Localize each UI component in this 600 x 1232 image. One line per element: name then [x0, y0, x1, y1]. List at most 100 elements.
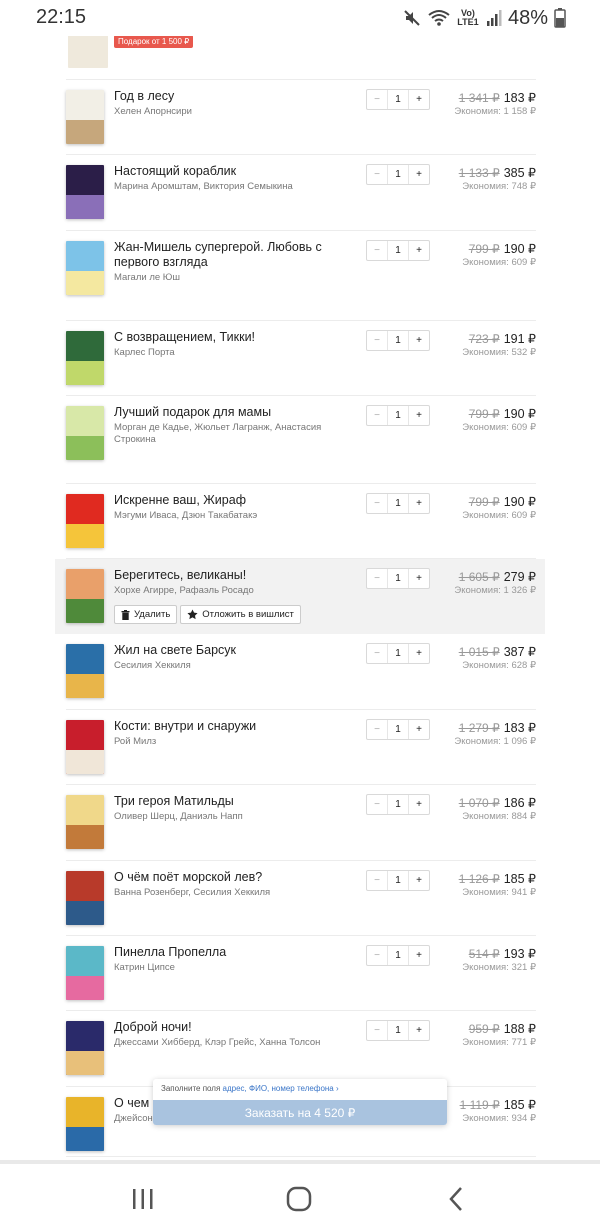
back-icon[interactable] — [436, 1184, 476, 1214]
book-cover[interactable] — [66, 720, 104, 774]
book-cover-art — [66, 271, 104, 295]
signal-icon — [486, 9, 502, 27]
book-cover[interactable] — [66, 1021, 104, 1075]
book-cover[interactable] — [66, 241, 104, 295]
book-cover[interactable] — [66, 946, 104, 1000]
book-cover-art — [66, 1127, 104, 1151]
book-cover[interactable] — [66, 494, 104, 548]
quantity-value: 1 — [395, 1025, 401, 1036]
book-title[interactable]: О чём поёт морской лев? — [114, 870, 364, 885]
economy-text: Экономия: 771 ₽ — [462, 1037, 536, 1048]
economy-text: Экономия: 609 ₽ — [462, 510, 536, 521]
decrease-button[interactable]: − — [367, 644, 388, 663]
decrease-button[interactable]: − — [367, 406, 388, 425]
decrease-button[interactable]: − — [367, 90, 388, 109]
current-price: 188 ₽ — [503, 1022, 536, 1036]
cart-item-content: Три героя Матильды Оливер Шерц, Даниэль Н… — [66, 785, 536, 860]
book-title[interactable]: Лучший подарок для мамы — [114, 405, 364, 420]
wishlist-button[interactable]: Отложить в вишлист — [180, 605, 301, 624]
cart-item[interactable]: О чём поёт морской лев? Ванна Розенберг, … — [66, 861, 536, 936]
quantity-value: 1 — [395, 950, 401, 961]
decrease-button[interactable]: − — [367, 241, 388, 260]
cart-item-content: Пинелла Пропелла Катрин Ципсе −1 +514 ₽193 … — [66, 936, 536, 1010]
cart-item[interactable]: Кости: внутри и снаружи Рой Милз −1 +1 279 … — [66, 710, 536, 785]
decrease-button[interactable]: − — [367, 946, 388, 965]
cart-item[interactable]: Три героя Матильды Оливер Шерц, Даниэль Н… — [66, 785, 536, 861]
delete-button[interactable]: Удалить — [114, 605, 178, 624]
cart-item[interactable]: Жил на свете Барсук Сесилия Хеккиля −1 +1 0… — [66, 634, 536, 710]
decrease-button[interactable]: − — [367, 1021, 388, 1040]
price-block: 1 605 ₽279 ₽ — [416, 568, 536, 586]
book-title[interactable]: Жан-Мишель супергерой. Любовь с первого … — [114, 240, 364, 270]
old-price: 723 ₽ — [468, 332, 500, 346]
home-icon[interactable] — [279, 1184, 319, 1214]
status-bar: 22:15 Vo) LTE1 48% — [0, 0, 600, 36]
current-price: 193 ₽ — [503, 947, 536, 961]
book-author: Мэгуми Иваса, Дзюн Такабатакэ — [114, 510, 258, 521]
price-block: 959 ₽188 ₽ — [416, 1020, 536, 1038]
cart-item[interactable]: Доброй ночи! Джессами Хибберд, Клэр Грейс… — [66, 1011, 536, 1087]
book-cover[interactable] — [66, 406, 104, 460]
book-title[interactable]: Берегитесь, великаны! — [114, 568, 364, 583]
cart-item-content: Жил на свете Барсук Сесилия Хеккиля −1 +1 0… — [66, 634, 536, 709]
book-title[interactable]: Жил на свете Барсук — [114, 643, 364, 658]
book-cover[interactable] — [66, 331, 104, 385]
delete-label: Удалить — [134, 609, 171, 620]
book-title[interactable]: С возвращением, Тикки! — [114, 330, 364, 345]
cart-item[interactable]: С возвращением, Тикки! Карлес Порта −1 +723… — [66, 321, 536, 396]
recent-apps-icon[interactable] — [123, 1184, 163, 1214]
decrease-button[interactable]: − — [367, 871, 388, 890]
cart-item[interactable]: Берегитесь, великаны! Хорхе Агирре, Рафаэ… — [55, 559, 545, 634]
price-block: 1 126 ₽185 ₽ — [416, 870, 536, 888]
order-button[interactable]: Заказать на 4 520 ₽ — [153, 1100, 447, 1125]
book-cover-art — [66, 524, 104, 548]
old-price: 799 ₽ — [468, 242, 500, 256]
book-cover[interactable] — [66, 871, 104, 925]
quantity-value: 1 — [395, 169, 401, 180]
price-block: 1 015 ₽387 ₽ — [416, 643, 536, 661]
book-cover-art — [66, 195, 104, 219]
book-cover[interactable] — [66, 165, 104, 219]
book-cover[interactable] — [66, 90, 104, 144]
economy-text: Экономия: 941 ₽ — [462, 887, 536, 898]
cart-item[interactable]: Пинелла Пропелла Катрин Ципсе −1 +514 ₽193 … — [66, 936, 536, 1011]
book-cover[interactable] — [66, 1097, 104, 1151]
cart-item[interactable]: Искренне ваш, Жираф Мэгуми Иваса, Дзюн Та… — [66, 484, 536, 559]
book-title[interactable]: Три героя Матильды — [114, 794, 364, 809]
price-block: 1 133 ₽385 ₽ — [416, 164, 536, 182]
decrease-button[interactable]: − — [367, 165, 388, 184]
economy-text: Экономия: 748 ₽ — [462, 181, 536, 192]
decrease-button[interactable]: − — [367, 720, 388, 739]
book-title[interactable]: Год в лесу — [114, 89, 364, 104]
network-label: Vo) LTE1 — [457, 8, 479, 27]
book-cover[interactable] — [66, 795, 104, 849]
cart-item[interactable]: Настоящий кораблик Марина Аромштам, Викто… — [66, 155, 536, 231]
decrease-button[interactable]: − — [367, 331, 388, 350]
book-cover[interactable] — [66, 569, 104, 623]
decrease-button[interactable]: − — [367, 569, 388, 588]
cart-item-content: Год в лесу Хелен Апорнсири −1 +1 341 ₽183 ₽… — [66, 80, 536, 154]
book-cover-art — [66, 1051, 104, 1075]
book-title[interactable]: Искренне ваш, Жираф — [114, 493, 364, 508]
decrease-button[interactable]: − — [367, 795, 388, 814]
current-price: 190 ₽ — [503, 495, 536, 509]
book-title[interactable]: Пинелла Пропелла — [114, 945, 364, 960]
cart-item[interactable]: Лучший подарок для мамы Морган де Кадье, … — [66, 396, 536, 484]
cart-item[interactable]: Год в лесу Хелен Апорнсири −1 +1 341 ₽183 ₽… — [66, 80, 536, 155]
book-title[interactable]: Настоящий кораблик — [114, 164, 364, 179]
book-author: Магали ле Юш — [114, 272, 181, 283]
old-price: 514 ₽ — [468, 947, 500, 961]
book-author: Оливер Шерц, Даниэль Напп — [114, 811, 243, 822]
trash-icon — [121, 609, 130, 620]
book-cover[interactable] — [66, 644, 104, 698]
book-cover-art — [66, 825, 104, 849]
order-hint-fields-link[interactable]: адрес, ФИО, номер телефона › — [223, 1084, 339, 1093]
decrease-button[interactable]: − — [367, 494, 388, 513]
book-title[interactable]: Кости: внутри и снаружи — [114, 719, 364, 734]
gift-row: Подарок от 1 500 ₽ — [66, 34, 536, 80]
current-price: 185 ₽ — [503, 1098, 536, 1112]
order-panel: Заполните поля адрес, ФИО, номер телефон… — [153, 1079, 447, 1125]
book-cover-art — [66, 674, 104, 698]
cart-item[interactable]: Жан-Мишель супергерой. Любовь с первого … — [66, 231, 536, 321]
book-title[interactable]: Доброй ночи! — [114, 1020, 364, 1035]
